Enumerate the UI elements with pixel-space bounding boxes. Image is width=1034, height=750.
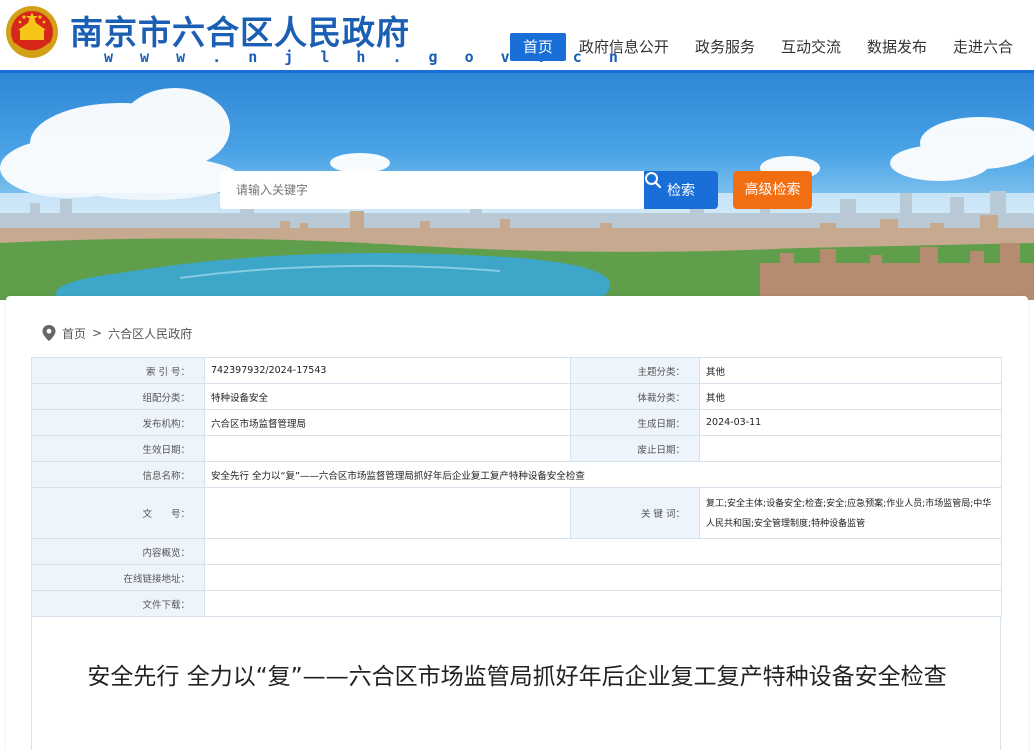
breadcrumb: 首页 > 六合区人民政府 [42, 325, 192, 341]
hero-banner: 检索 高级检索 [0, 73, 1034, 300]
meta-value-gen-date: 2024-03-11 [699, 409, 1002, 436]
meta-key: 体裁分类： [570, 383, 700, 410]
meta-key: 关 键 词： [570, 487, 700, 539]
meta-value-docno [204, 487, 571, 539]
table-row: 内容概览： [31, 538, 1002, 565]
table-row: 在线链接地址： [31, 564, 1002, 591]
national-emblem-icon[interactable] [4, 4, 60, 62]
meta-key: 主题分类： [570, 357, 700, 384]
site-title[interactable]: 南京市六合区人民政府 [70, 6, 410, 54]
advanced-search-button[interactable]: 高级检索 [733, 171, 812, 209]
search-button-label: 检索 [667, 183, 695, 199]
meta-key: 生成日期： [570, 409, 700, 436]
meta-value-eff-date [204, 435, 571, 462]
table-row: 生效日期： 废止日期： [31, 435, 1002, 462]
meta-key: 生效日期： [31, 435, 205, 462]
nav-item-gov-info[interactable]: 政府信息公开 [566, 33, 682, 61]
meta-value-index: 742397932/2024-17543 [204, 357, 571, 384]
nav-item-about[interactable]: 走进六合 [940, 33, 1026, 61]
article-title: 安全先行 全力以“复”——六合区市场监管局抓好年后企业复工复产特种设备安全检查 [87, 664, 947, 690]
search-icon [645, 172, 662, 189]
meta-key: 废止日期： [570, 435, 700, 462]
meta-value-link[interactable] [204, 564, 1002, 591]
meta-value-config: 特种设备安全 [204, 383, 571, 410]
meta-key: 发布机构： [31, 409, 205, 436]
meta-value-abolish-date [699, 435, 1002, 462]
meta-key: 组配分类： [31, 383, 205, 410]
meta-key: 在线链接地址： [31, 564, 205, 591]
site-header: 南京市六合区人民政府 w w w . n j l h . g o v . c n… [0, 0, 1034, 73]
breadcrumb-home[interactable]: 首页 [62, 325, 86, 342]
meta-value-summary [204, 538, 1002, 565]
breadcrumb-separator: > [92, 326, 103, 340]
meta-value-org: 六合区市场监督管理局 [204, 409, 571, 436]
location-pin-icon [42, 325, 56, 341]
nav-item-data[interactable]: 数据发布 [854, 33, 940, 61]
document-metadata-table: 索 引 号： 742397932/2024-17543 主题分类： 其他 组配分… [31, 357, 1002, 617]
meta-key: 信息名称： [31, 461, 205, 488]
nav-item-interaction[interactable]: 互动交流 [768, 33, 854, 61]
search-button[interactable]: 检索 [644, 171, 718, 209]
table-row: 文件下载： [31, 590, 1002, 617]
main-nav: 首页 政府信息公开 政务服务 互动交流 数据发布 走进六合 [509, 33, 1026, 61]
meta-value-keywords: 复工;安全主体;设备安全;检查;安全;应急预案;作业人员;市场监管局;中华人民共… [699, 487, 1002, 539]
meta-value-genre: 其他 [699, 383, 1002, 410]
meta-key: 文 号： [31, 487, 205, 539]
meta-key: 文件下载： [31, 590, 205, 617]
meta-value-topic: 其他 [699, 357, 1002, 384]
search-input[interactable] [220, 171, 644, 209]
table-row: 组配分类： 特种设备安全 体裁分类： 其他 [31, 383, 1002, 410]
meta-value-name: 安全先行 全力以“复”——六合区市场监督管理局抓好年后企业复工复产特种设备安全检… [204, 461, 1002, 488]
breadcrumb-current[interactable]: 六合区人民政府 [108, 325, 192, 342]
meta-key: 内容概览： [31, 538, 205, 565]
table-row: 索 引 号： 742397932/2024-17543 主题分类： 其他 [31, 357, 1002, 384]
meta-value-download[interactable] [204, 590, 1002, 617]
nav-item-home[interactable]: 首页 [509, 33, 566, 61]
table-row: 信息名称： 安全先行 全力以“复”——六合区市场监督管理局抓好年后企业复工复产特… [31, 461, 1002, 488]
meta-key: 索 引 号： [31, 357, 205, 384]
nav-item-gov-service[interactable]: 政务服务 [682, 33, 768, 61]
table-row: 发布机构： 六合区市场监督管理局 生成日期： 2024-03-11 [31, 409, 1002, 436]
table-row: 文 号： 关 键 词： 复工;安全主体;设备安全;检查;安全;应急预案;作业人员… [31, 487, 1002, 539]
